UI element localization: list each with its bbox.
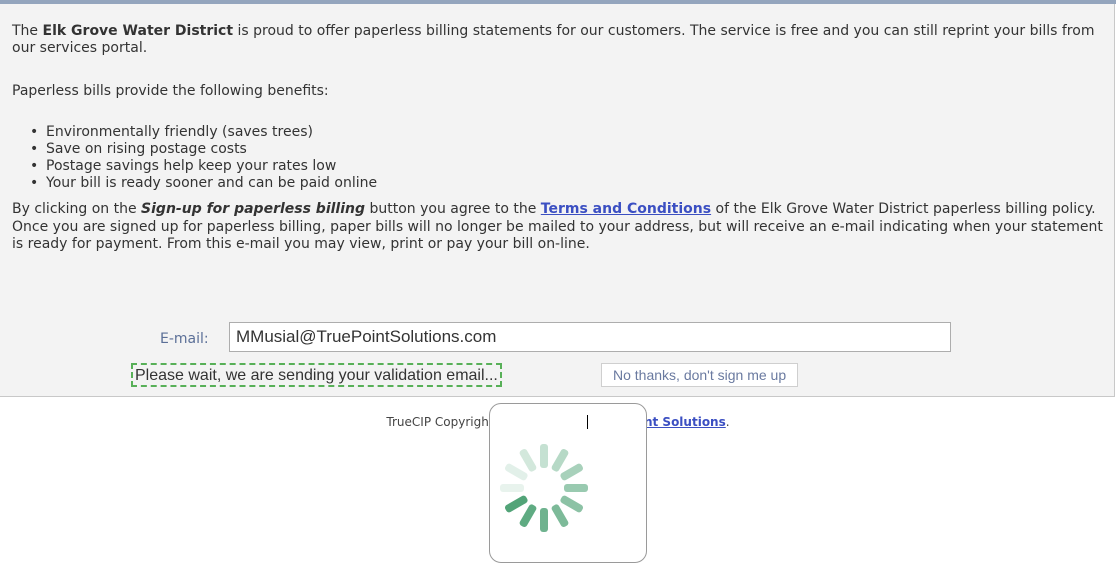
list-item: Postage savings help keep your rates low <box>30 158 377 175</box>
email-input[interactable]: MMusial@TruePointSolutions.com <box>229 322 951 352</box>
loading-overlay <box>489 403 647 563</box>
spinner-bar <box>519 448 537 472</box>
spinner-bar <box>560 495 584 513</box>
text-caret <box>587 415 588 429</box>
loading-spinner-icon <box>500 444 588 532</box>
terms-middle: button you agree to the <box>365 201 541 217</box>
no-thanks-button[interactable]: No thanks, don't sign me up <box>601 363 799 387</box>
spinner-bar <box>564 484 588 492</box>
terms-prefix: By clicking on the <box>12 201 142 217</box>
intro-prefix: The <box>12 23 43 39</box>
spinner-bar <box>551 448 569 472</box>
list-item: Your bill is ready sooner and can be pai… <box>30 175 377 192</box>
sending-status-message: Please wait, we are sending your validat… <box>131 363 502 387</box>
signup-button-reference: Sign-up for paperless billing <box>141 201 366 217</box>
list-item: Save on rising postage costs <box>30 141 377 158</box>
spinner-bar <box>540 508 548 532</box>
terms-paragraph: By clicking on the Sign-up for paperless… <box>12 201 1114 254</box>
benefits-heading: Paperless bills provide the following be… <box>12 83 329 99</box>
spinner-bar <box>500 484 524 492</box>
list-item: Environmentally friendly (saves trees) <box>30 124 377 141</box>
spinner-bar <box>560 463 584 481</box>
footer-suffix: . <box>725 415 730 429</box>
spinner-bar <box>540 444 548 468</box>
spinner-bar <box>519 504 537 528</box>
benefits-list: Environmentally friendly (saves trees) S… <box>30 124 377 192</box>
email-label: E-mail: <box>160 331 209 347</box>
footer-prefix: TrueCIP Copyrigh <box>386 415 489 429</box>
spinner-bar <box>504 463 528 481</box>
spinner-bar <box>551 504 569 528</box>
terms-and-conditions-link[interactable]: Terms and Conditions <box>541 201 711 217</box>
district-name: Elk Grove Water District <box>42 23 234 39</box>
intro-paragraph: The Elk Grove Water District is proud to… <box>12 23 1102 57</box>
spinner-bar <box>504 495 528 513</box>
